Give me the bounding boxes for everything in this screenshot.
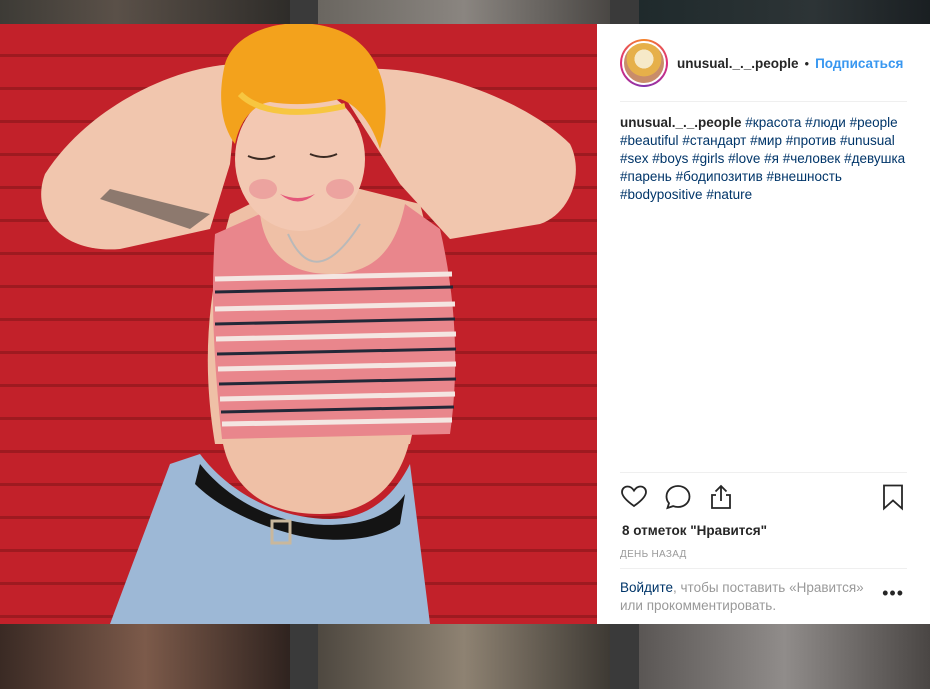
post-photo[interactable] xyxy=(0,24,597,624)
hashtag-link[interactable]: #девушка xyxy=(844,151,905,166)
hashtag-link[interactable]: #sex xyxy=(620,151,649,166)
hashtag-link[interactable]: #boys xyxy=(652,151,688,166)
header-divider xyxy=(620,101,907,102)
hashtag-link[interactable]: #people xyxy=(850,115,898,130)
hashtag-link[interactable]: #человек xyxy=(783,151,841,166)
hashtag-link[interactable]: #love xyxy=(728,151,760,166)
hashtag-link[interactable]: #парень xyxy=(620,169,672,184)
hashtag-link[interactable]: #girls xyxy=(692,151,724,166)
post-header: unusual._._.people • Подписаться xyxy=(620,38,907,88)
save-button[interactable] xyxy=(879,483,907,511)
actions-divider xyxy=(620,472,907,473)
comment-icon xyxy=(665,485,691,510)
username-link[interactable]: unusual._._.people xyxy=(677,56,799,71)
hashtag-link[interactable]: #мир xyxy=(750,133,782,148)
hashtag-link[interactable]: #красота xyxy=(745,115,801,130)
likes-count[interactable]: 8 отметок "Нравится" xyxy=(622,523,767,538)
grid-thumbnail[interactable] xyxy=(639,0,930,24)
post-sidebar: unusual._._.people • Подписаться unusual… xyxy=(597,24,930,624)
grid-thumbnail[interactable] xyxy=(0,0,290,24)
hashtag-link[interactable]: #стандарт xyxy=(682,133,746,148)
footer-divider xyxy=(620,568,907,569)
post-timestamp[interactable]: ДЕНЬ НАЗАД xyxy=(620,549,687,560)
hashtag-link[interactable]: #nature xyxy=(706,187,752,202)
separator-dot: • xyxy=(804,55,810,71)
caption-username[interactable]: unusual._._.people xyxy=(620,115,742,130)
grid-thumbnail[interactable] xyxy=(639,624,930,689)
action-bar xyxy=(620,483,907,511)
heart-icon xyxy=(621,485,647,508)
hashtag-link[interactable]: #unusual xyxy=(840,133,895,148)
grid-thumbnail[interactable] xyxy=(318,0,610,24)
photo-illustration xyxy=(41,24,576,624)
hashtag-link[interactable]: #beautiful xyxy=(620,133,679,148)
hashtag-link[interactable]: #люди xyxy=(805,115,846,130)
share-button[interactable] xyxy=(707,483,735,511)
more-options-icon[interactable]: ••• xyxy=(882,584,904,602)
login-prompt: Войдите, чтобы поставить «Нравится» или … xyxy=(620,579,890,615)
hashtag-link[interactable]: #бодипозитив xyxy=(676,169,763,184)
post-caption: unusual._._.people #красота #люди #peopl… xyxy=(620,114,907,204)
grid-thumbnail[interactable] xyxy=(318,624,610,689)
share-icon xyxy=(711,484,731,509)
hashtag-link[interactable]: #против xyxy=(786,133,836,148)
follow-button[interactable]: Подписаться xyxy=(815,56,903,71)
hashtag-link[interactable]: #bodypositive xyxy=(620,187,703,202)
post-modal: unusual._._.people • Подписаться unusual… xyxy=(0,24,930,624)
hashtag-link[interactable]: #я xyxy=(764,151,779,166)
comment-button[interactable] xyxy=(664,483,692,511)
bookmark-icon xyxy=(883,484,903,511)
hashtag-link[interactable]: #внешность xyxy=(767,169,842,184)
login-link[interactable]: Войдите xyxy=(620,580,673,595)
like-button[interactable] xyxy=(620,483,648,511)
avatar-image xyxy=(622,41,666,85)
avatar[interactable] xyxy=(620,39,668,87)
grid-thumbnail[interactable] xyxy=(0,624,290,689)
